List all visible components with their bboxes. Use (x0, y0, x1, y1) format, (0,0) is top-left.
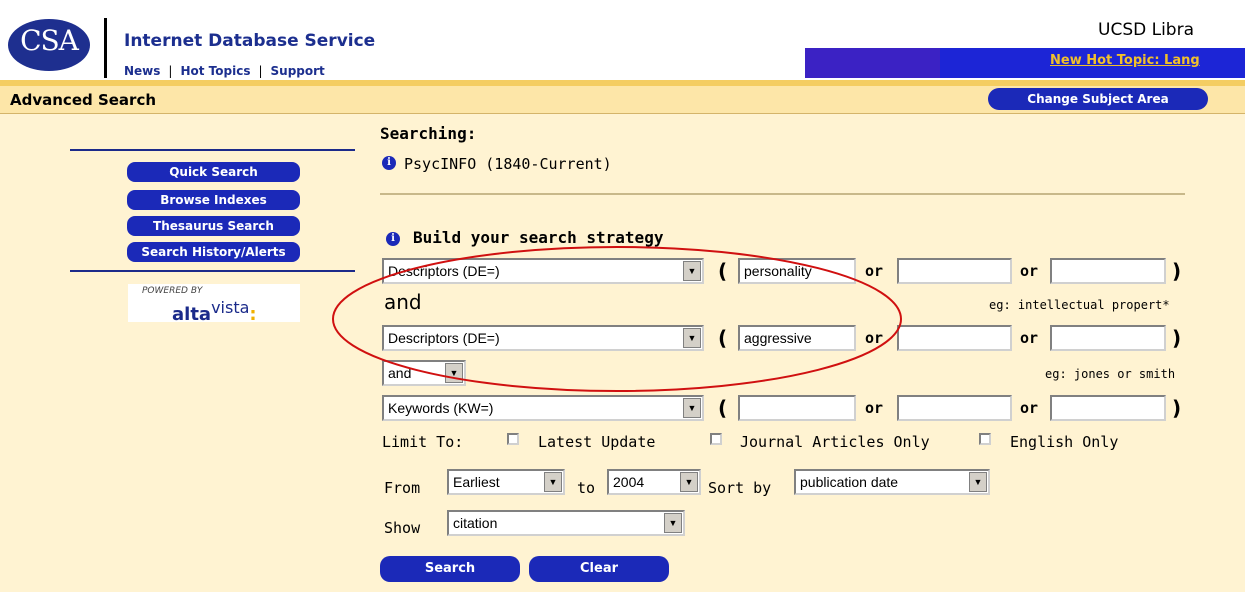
hot-topic-band-left (805, 48, 940, 78)
nav-link-hot-topics[interactable]: Hot Topics (180, 64, 250, 78)
database-divider (380, 193, 1185, 195)
top-nav: News | Hot Topics | Support (124, 64, 325, 78)
latest-update-label: Latest Update (538, 433, 656, 451)
to-year-value: 2004 (613, 474, 645, 490)
or-label: or (1020, 262, 1039, 280)
altavista-logo: altavista: (172, 298, 257, 325)
term-input-3c[interactable] (1050, 395, 1166, 421)
vista-text: vista (211, 298, 250, 317)
or-label: or (1020, 329, 1039, 347)
library-name: UCSD Libra (1098, 20, 1194, 40)
term-input-2c[interactable] (1050, 325, 1166, 351)
close-paren: ) (1172, 326, 1182, 350)
nav-link-support[interactable]: Support (271, 64, 325, 78)
logo-divider (104, 18, 107, 78)
clear-button[interactable]: Clear (529, 556, 669, 582)
from-year-value: Earliest (453, 474, 500, 490)
english-only-label: English Only (1010, 433, 1119, 451)
or-label: or (865, 399, 884, 417)
term-input-3a[interactable] (738, 395, 856, 421)
to-year-select[interactable]: 2004 ▼ (607, 469, 701, 495)
chevron-down-icon: ▼ (969, 472, 987, 492)
show-label: Show (384, 519, 421, 537)
annotation-oval (332, 246, 902, 392)
close-paren: ) (1172, 259, 1182, 283)
chevron-down-icon: ▼ (683, 398, 701, 418)
hot-topic-link[interactable]: New Hot Topic: Lang (1050, 53, 1200, 68)
thesaurus-search-button[interactable]: Thesaurus Search (127, 216, 300, 236)
search-button[interactable]: Search (380, 556, 520, 582)
term-input-3b[interactable] (897, 395, 1012, 421)
change-subject-area-button[interactable]: Change Subject Area (988, 88, 1208, 110)
field-select-3[interactable]: Keywords (KW=) ▼ (382, 395, 704, 421)
chevron-down-icon: ▼ (680, 472, 698, 492)
limit-to-label: Limit To: (382, 433, 464, 451)
from-label: From (384, 479, 421, 497)
sort-by-value: publication date (800, 474, 899, 490)
page-title: Advanced Search (10, 91, 157, 109)
quick-search-button[interactable]: Quick Search (127, 162, 300, 182)
to-label: to (577, 479, 596, 497)
term-input-1c[interactable] (1050, 258, 1166, 284)
hint-text-1: eg: intellectual propert* (989, 298, 1170, 312)
sort-by-label: Sort by (708, 479, 772, 497)
or-label: or (1020, 399, 1039, 417)
powered-by-label: POWERED BY (142, 286, 203, 296)
colon-text: : (249, 304, 257, 325)
field-select-3-value: Keywords (KW=) (388, 400, 494, 416)
chevron-down-icon: ▼ (544, 472, 562, 492)
journal-articles-checkbox[interactable] (710, 433, 722, 445)
hint-text-2: eg: jones or smith (1045, 367, 1176, 381)
browse-indexes-button[interactable]: Browse Indexes (127, 190, 300, 210)
english-only-checkbox[interactable] (979, 433, 991, 445)
searching-label: Searching: (380, 124, 477, 143)
latest-update-checkbox[interactable] (507, 433, 519, 445)
close-paren: ) (1172, 396, 1182, 420)
database-name: PsycINFO (1840-Current) (404, 155, 612, 173)
site-title: Internet Database Service (124, 31, 376, 51)
journal-articles-label: Journal Articles Only (740, 433, 930, 451)
nav-link-news[interactable]: News (124, 64, 160, 78)
nav-separator: | (168, 64, 173, 78)
open-paren: ( (718, 396, 728, 420)
from-year-select[interactable]: Earliest ▼ (447, 469, 565, 495)
info-icon[interactable]: i (382, 156, 396, 170)
alta-text: alta (172, 304, 212, 325)
sort-by-select[interactable]: publication date ▼ (794, 469, 990, 495)
nav-separator: | (258, 64, 263, 78)
show-select[interactable]: citation ▼ (447, 510, 685, 536)
term-input-1b[interactable] (897, 258, 1012, 284)
csa-logo-text: CSA (20, 24, 79, 57)
term-input-2b[interactable] (897, 325, 1012, 351)
chevron-down-icon: ▼ (664, 513, 682, 533)
sidebar-rule-top (70, 149, 355, 151)
search-history-alerts-button[interactable]: Search History/Alerts (127, 242, 300, 262)
show-value: citation (453, 515, 498, 531)
sidebar-rule-bottom (70, 270, 355, 272)
